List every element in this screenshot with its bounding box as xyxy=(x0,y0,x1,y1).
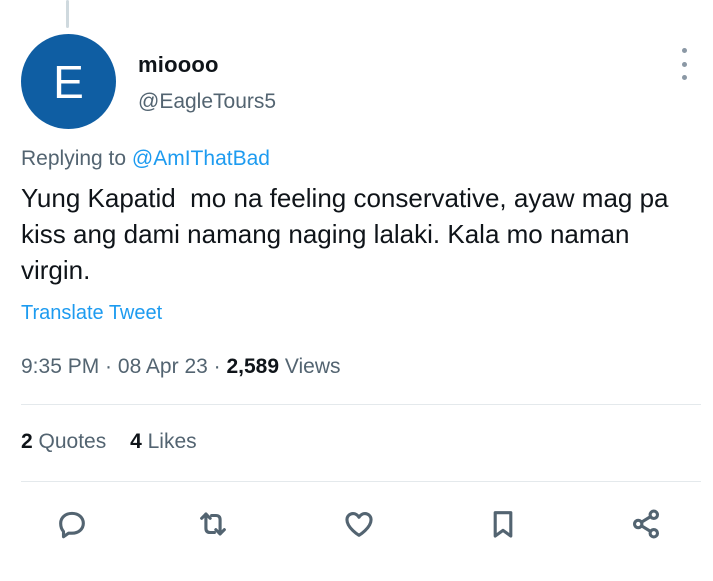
retweet-icon xyxy=(200,512,226,536)
tweet-metadata: 9:35 PM · 08 Apr 23 · 2,589 Views xyxy=(21,355,341,379)
quotes-stat[interactable]: 2 Quotes xyxy=(21,430,106,453)
bookmark-icon xyxy=(493,511,513,538)
tweet-action-bar xyxy=(0,500,713,548)
thread-connector-line xyxy=(66,0,69,28)
display-name[interactable]: mioooo xyxy=(138,52,219,78)
more-options-icon[interactable] xyxy=(676,48,692,80)
like-button[interactable] xyxy=(335,500,383,548)
tweet-stats: 2 Quotes 4 Likes xyxy=(21,430,215,454)
tweet-date[interactable]: 08 Apr 23 xyxy=(118,355,208,378)
likes-stat[interactable]: 4 Likes xyxy=(130,430,197,453)
views-label: Views xyxy=(279,355,341,378)
meta-separator: · xyxy=(207,355,227,378)
tweet-text: Yung Kapatid mo na feeling conservative,… xyxy=(21,183,676,285)
reply-icon xyxy=(59,511,85,539)
retweet-button[interactable] xyxy=(189,500,237,548)
views-count: 2,589 xyxy=(226,355,280,378)
replying-to: Replying to @AmIThatBad xyxy=(21,147,270,171)
likes-count: 4 xyxy=(130,430,142,453)
avatar[interactable]: E xyxy=(21,34,116,129)
divider xyxy=(21,481,701,482)
translate-tweet-link[interactable]: Translate Tweet xyxy=(21,302,162,325)
share-button[interactable] xyxy=(622,500,670,548)
quotes-count: 2 xyxy=(21,430,33,453)
meta-separator: · xyxy=(99,355,118,378)
likes-label: Likes xyxy=(141,430,197,453)
avatar-letter: E xyxy=(53,55,84,108)
tweet-time[interactable]: 9:35 PM xyxy=(21,355,99,378)
user-handle[interactable]: @EagleTours5 xyxy=(138,90,276,114)
like-icon xyxy=(345,511,373,537)
reply-button[interactable] xyxy=(48,500,96,548)
replying-to-handle-link[interactable]: @AmIThatBad xyxy=(132,147,270,170)
bookmark-button[interactable] xyxy=(479,500,527,548)
share-icon xyxy=(632,509,660,539)
divider xyxy=(21,404,701,405)
quotes-label: Quotes xyxy=(32,430,107,453)
replying-to-prefix: Replying to xyxy=(21,147,132,170)
